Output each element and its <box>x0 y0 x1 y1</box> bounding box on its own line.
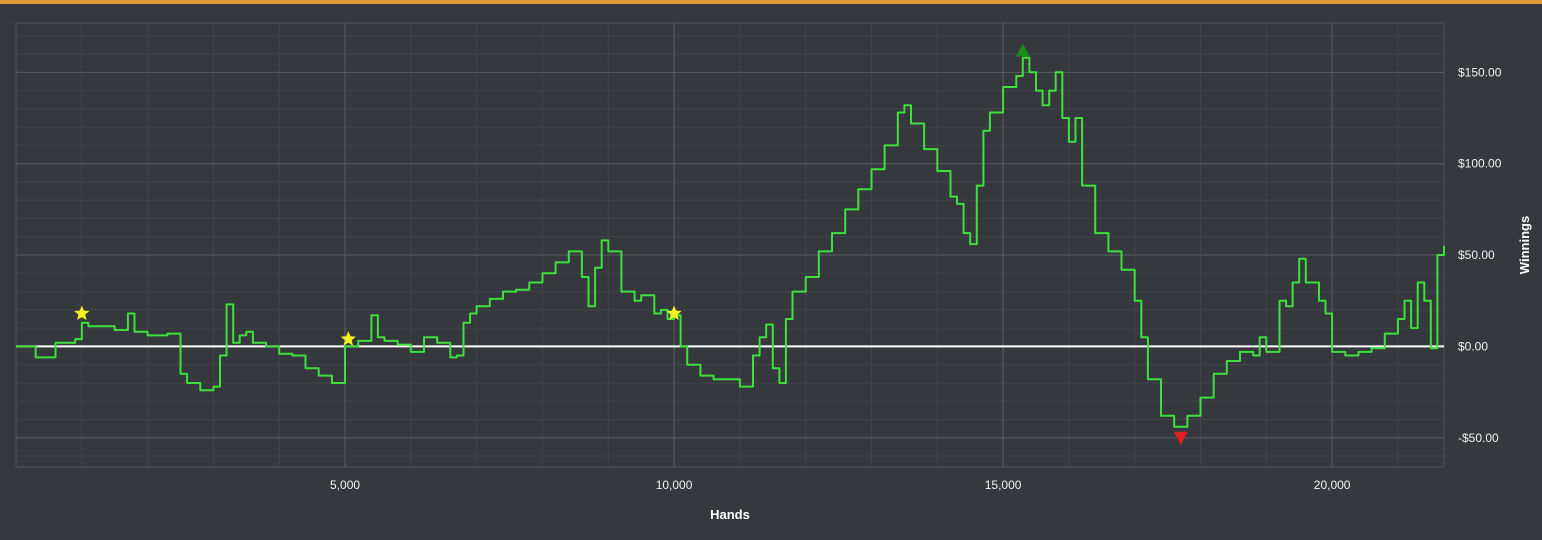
x-tick-label: 15,000 <box>985 478 1022 492</box>
y-tick-label: $150.00 <box>1458 65 1502 79</box>
x-tick-label: 5,000 <box>330 478 360 492</box>
y-tick-labels: -$50.00 $0.00 $50.00 $100.00 $150.00 <box>1458 65 1502 444</box>
minor-gridlines <box>16 23 1444 467</box>
y-tick-label: $50.00 <box>1458 248 1495 262</box>
plot-area-border <box>15 22 1445 468</box>
y-tick-label: $0.00 <box>1458 339 1488 353</box>
chart-markers <box>74 43 1188 445</box>
major-gridlines <box>16 23 1444 467</box>
star-marker <box>340 331 356 346</box>
x-tick-label: 10,000 <box>656 478 693 492</box>
winnings-series-line <box>16 56 1445 428</box>
x-tick-label: 20,000 <box>1314 478 1351 492</box>
y-tick-label: -$50.00 <box>1458 431 1499 445</box>
y-axis-title: Winnings <box>1517 216 1532 274</box>
y-tick-label: $100.00 <box>1458 157 1502 171</box>
x-tick-labels: 5,000 10,000 15,000 20,000 <box>330 478 1351 492</box>
winnings-chart: 5,000 10,000 15,000 20,000 -$50.00 $0.00 $50.… <box>15 22 1532 522</box>
x-axis-title: Hands <box>710 507 750 522</box>
max-marker-triangle <box>1015 43 1030 57</box>
